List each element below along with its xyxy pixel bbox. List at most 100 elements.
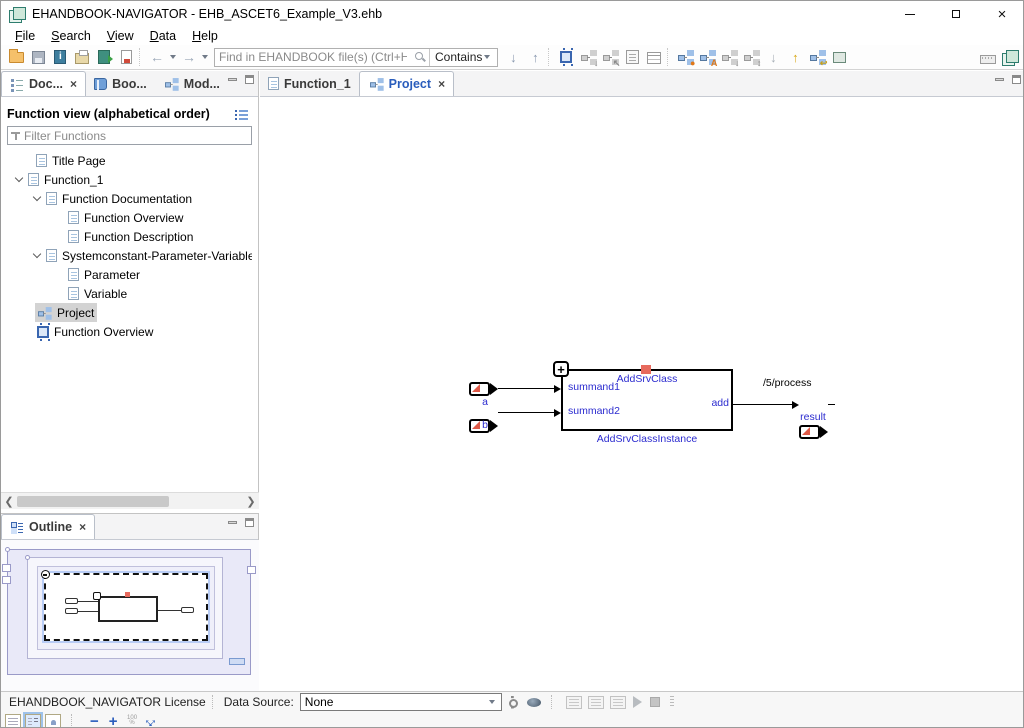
back-button[interactable]: ← [147,47,167,67]
image-page-view-button[interactable] [45,714,61,728]
experiment-view-button[interactable] [610,696,626,709]
menu-view[interactable]: View [99,28,142,44]
chevron-down-icon[interactable] [15,175,24,184]
gear-icon[interactable] [506,696,519,709]
keyboard-shortcuts-button[interactable] [978,47,998,67]
split-view-button[interactable]: ↕ [741,47,761,67]
maximize-view-button[interactable] [245,75,254,84]
drill-down-button[interactable]: ↓ [763,47,783,67]
scroll-left-icon[interactable]: ❮ [1,494,17,509]
data-source-select[interactable]: None [300,693,502,711]
minimize-view-button[interactable] [228,78,237,81]
ehandbook-info-button[interactable] [50,47,70,67]
tree-item-variable[interactable]: Variable [7,284,252,303]
tree-item-label: Systemconstant-Parameter-Variable-Cl [62,249,252,263]
menu-search[interactable]: Search [43,28,99,44]
model-browse-button[interactable]: ● [675,47,695,67]
model-down-button[interactable]: ↓ [719,47,739,67]
tree-item-function-documentation[interactable]: Function Documentation [7,189,252,208]
find-previous-button[interactable]: ↑ [525,47,545,67]
menu-file[interactable]: File [7,28,43,44]
tree-item-systemconstant[interactable]: Systemconstant-Parameter-Variable-Cl [7,246,252,265]
outline-thumbnail[interactable] [1,540,259,691]
step-out-model-button[interactable]: ↖ [600,47,620,67]
tree-item-label: Function Overview [54,325,153,339]
tab-outline[interactable]: Outline × [1,514,95,539]
tab-book[interactable]: Boo... [86,71,155,96]
tab-project[interactable]: Project × [359,71,454,96]
tab-close-icon[interactable]: × [438,78,445,90]
wire-result-stub [828,404,835,405]
minimize-button[interactable] [887,1,933,27]
zoom-reset-button[interactable]: 100 % [125,714,140,728]
output-port-result[interactable] [799,425,828,439]
model-annotate-button[interactable]: A [697,47,717,67]
function-overview-button[interactable] [556,47,576,67]
tree-item-function-overview-bottom[interactable]: Function Overview [7,322,252,341]
wire-a-arrow-icon [554,385,561,393]
filter-input[interactable] [24,128,248,143]
forward-button[interactable]: → [179,47,199,67]
fit-screen-icon[interactable] [144,714,158,728]
tab-model[interactable]: Mod... [155,71,228,96]
eye-icon[interactable] [527,698,541,707]
play-icon[interactable] [633,696,642,708]
close-button[interactable]: × [979,1,1024,27]
split-page-view-button[interactable] [25,714,41,728]
print-button[interactable] [72,47,92,67]
app-window-button[interactable] [1000,47,1020,67]
save-button[interactable] [28,47,48,67]
scroll-right-icon[interactable]: ❯ [243,494,259,509]
maximize-view-button[interactable] [245,518,254,527]
export-button[interactable] [94,47,114,67]
tree-item-title-page[interactable]: Title Page [7,151,252,170]
tab-close-icon[interactable]: × [79,521,86,533]
tree-item-parameter[interactable]: Parameter [7,265,252,284]
find-input[interactable] [215,50,411,65]
back-dropdown-icon[interactable] [170,55,176,59]
chevron-down-icon[interactable] [33,194,42,203]
minimize-view-button[interactable] [228,521,237,524]
tab-close-icon[interactable]: × [70,78,77,90]
scrollbar-track[interactable] [17,494,243,509]
scrollbar-thumb[interactable] [17,496,169,507]
stop-icon[interactable] [650,697,660,707]
output-label: add [561,397,729,409]
input-port-a[interactable] [469,382,498,396]
tree-item-function-overview[interactable]: Function Overview [7,208,252,227]
drill-up-button[interactable]: ↑ [785,47,805,67]
tab-document[interactable]: Doc... × [1,71,86,96]
tree-item-function-1[interactable]: Function_1 [7,170,252,189]
find-next-button[interactable]: ↓ [503,47,523,67]
contains-dropdown[interactable]: Contains [429,49,497,66]
tree-item-function-description[interactable]: Function Description [7,227,252,246]
step-into-model-button[interactable]: ↓ [578,47,598,67]
measurement-view-button[interactable] [588,696,604,709]
zoom-in-button[interactable]: + [106,714,121,728]
tree-item-project[interactable]: Project [7,303,252,322]
minimize-view-button[interactable] [995,78,1004,81]
list-view-button[interactable] [622,47,642,67]
find-group: Contains [214,48,498,67]
maximize-view-button[interactable] [1012,75,1021,84]
pdf-export-button[interactable] [116,47,136,67]
open-file-button[interactable] [6,47,26,67]
restore-button[interactable] [933,1,979,27]
chip-icon [37,326,49,338]
table-view-button[interactable] [644,47,664,67]
menu-help[interactable]: Help [184,28,226,44]
chevron-down-icon[interactable] [33,251,42,260]
page-view-button[interactable] [5,714,21,728]
tab-function-1[interactable]: Function_1 [260,71,359,96]
view-menu-icon[interactable] [235,109,248,120]
tab-outline-label: Outline [29,520,72,534]
horizontal-scrollbar[interactable]: ❮ ❯ [1,492,259,509]
zoom-out-button[interactable]: − [87,714,102,728]
forward-dropdown-icon[interactable] [202,55,208,59]
duplicate-view-button[interactable] [829,47,849,67]
navigate-up-icon: ↑ [532,51,539,64]
menu-data[interactable]: Data [142,28,184,44]
outline-panel: Outline × [1,513,259,691]
calibration-view-button[interactable] [566,696,582,709]
model-back-button[interactable]: ↩ [807,47,827,67]
